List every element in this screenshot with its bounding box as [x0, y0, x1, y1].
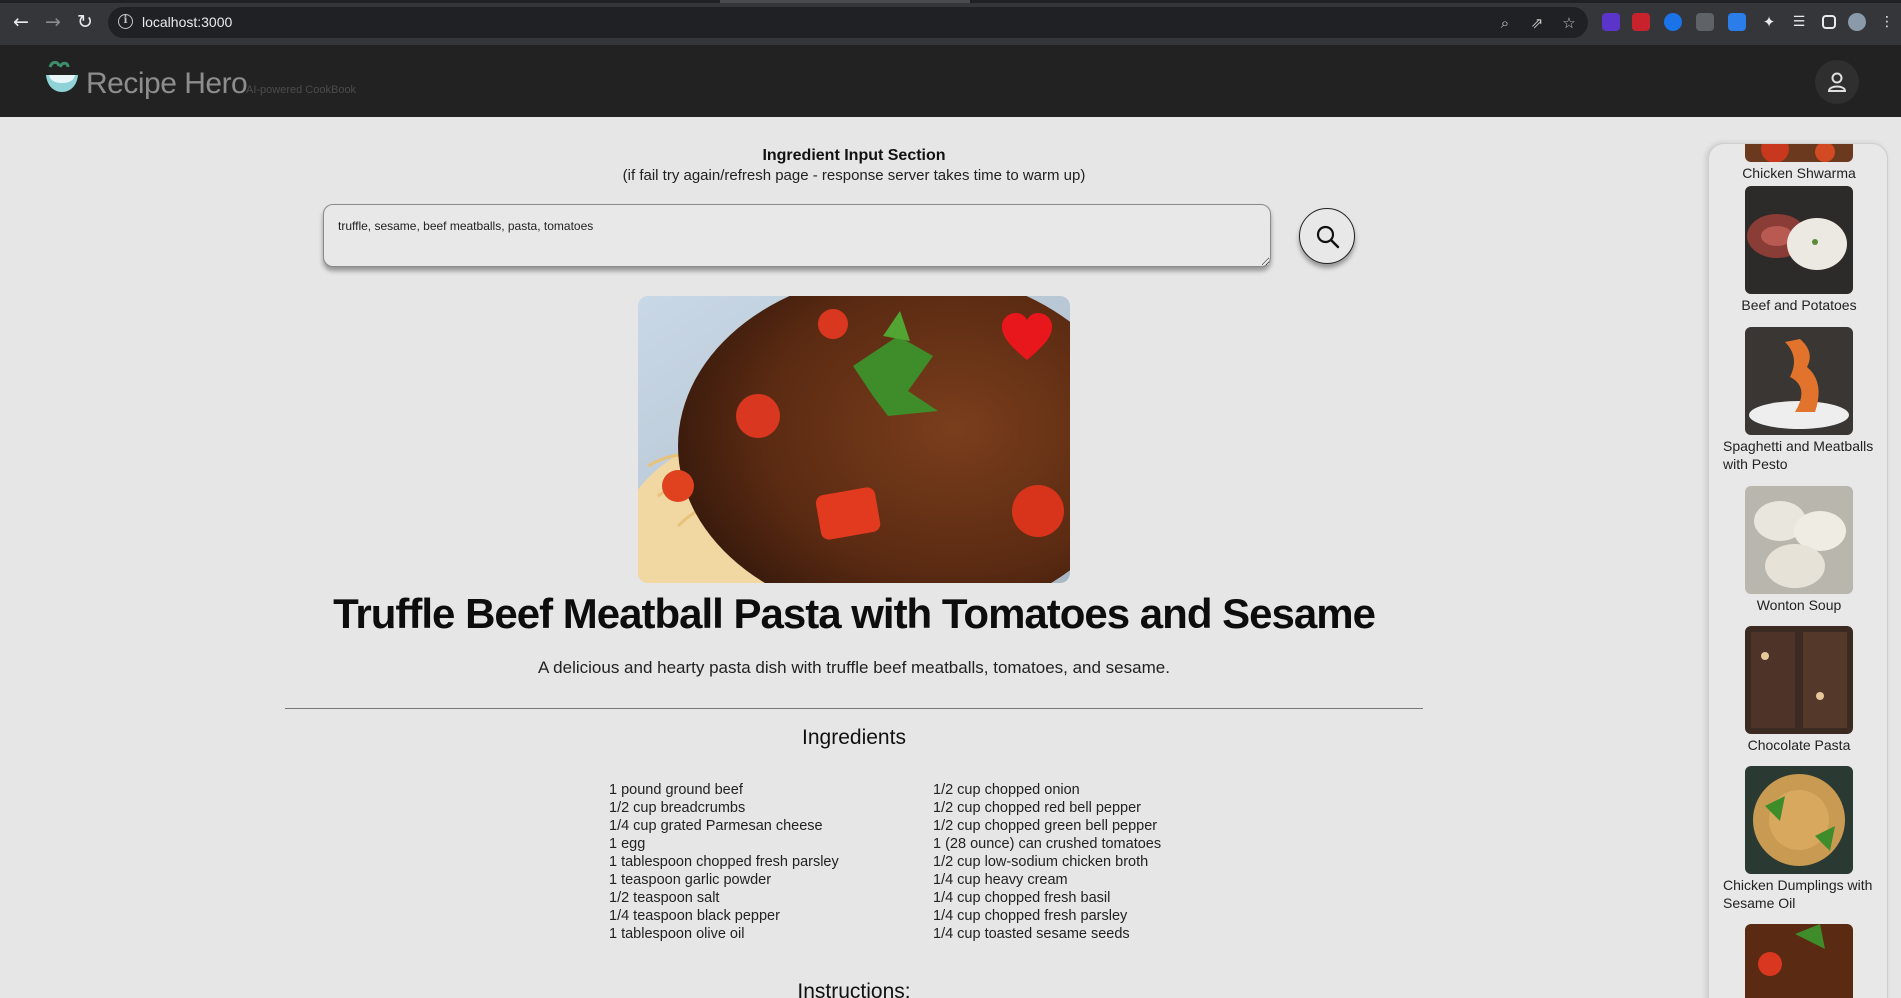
- saved-recipe-title[interactable]: Chicken Dumplings with Sesame Oil: [1723, 876, 1883, 912]
- share-icon[interactable]: ⇗: [1528, 14, 1546, 32]
- ingredient-item: 1 pound ground beef: [609, 782, 743, 798]
- saved-recipes-sidebar[interactable]: Chicken Shwarma Beef and Potatoes Spaghe…: [1708, 143, 1888, 998]
- app-tagline: AI-powered CookBook: [246, 84, 357, 96]
- url-text[interactable]: localhost:3000: [142, 14, 232, 30]
- ingredient-item: 1/2 cup breadcrumbs: [609, 800, 746, 816]
- extension-icon[interactable]: [1602, 13, 1620, 31]
- ingredient-item: 1/4 cup toasted sesame seeds: [933, 926, 1130, 942]
- recipe-thumbnail[interactable]: [1745, 766, 1853, 874]
- recipe-description: A delicious and hearty pasta dish with t…: [538, 658, 1170, 677]
- reload-icon[interactable]: ↻: [74, 11, 96, 33]
- profile-avatar[interactable]: [1848, 13, 1866, 31]
- recipe-thumbnail[interactable]: [1745, 186, 1853, 294]
- zoom-icon[interactable]: ⌕: [1496, 14, 1514, 32]
- divider: [285, 708, 1423, 709]
- extension-icon[interactable]: [1728, 13, 1746, 31]
- ingredient-item: 1/4 cup grated Parmesan cheese: [609, 818, 823, 834]
- ingredient-item: 1 tablespoon olive oil: [609, 926, 745, 942]
- forward-icon[interactable]: →: [42, 11, 64, 33]
- search-icon: [1316, 225, 1340, 249]
- address-bar[interactable]: i localhost:3000 ⌕ ⇗ ☆: [108, 7, 1588, 38]
- ingredient-item: 1/2 cup chopped green bell pepper: [933, 818, 1158, 834]
- ingredient-item: 1 egg: [609, 836, 646, 852]
- saved-recipe-title[interactable]: Beef and Potatoes: [1709, 296, 1887, 314]
- puzzle-icon[interactable]: ✦: [1760, 13, 1778, 31]
- ingredient-item: 1/4 teaspoon black pepper: [609, 908, 780, 924]
- search-button[interactable]: [1299, 208, 1355, 264]
- instructions-heading: Instructions:: [797, 980, 911, 998]
- ingredient-item: 1/2 cup chopped onion: [933, 782, 1080, 798]
- ingredient-item: 1 (28 ounce) can crushed tomatoes: [933, 836, 1162, 852]
- extension-icon[interactable]: [1664, 13, 1682, 31]
- extension-icon[interactable]: [1696, 13, 1714, 31]
- browser-toolbar: ← → ↻ i localhost:3000 ⌕ ⇗ ☆ ✦ ☰ ⋮: [0, 0, 1901, 45]
- extension-icon[interactable]: [1632, 13, 1650, 31]
- side-panel-icon[interactable]: [1822, 15, 1836, 29]
- star-icon[interactable]: ☆: [1560, 14, 1578, 32]
- saved-recipe-title[interactable]: Spaghetti and Meatballs with Pesto: [1723, 437, 1883, 473]
- ingredients-input[interactable]: truffle, sesame, beef meatballs, pasta, …: [323, 204, 1271, 267]
- ingredient-item: 1 tablespoon chopped fresh parsley: [609, 854, 839, 870]
- recipe-thumbnail[interactable]: [1745, 924, 1853, 998]
- heart-icon[interactable]: [1000, 312, 1054, 362]
- ingredient-item: 1/4 cup chopped fresh basil: [933, 890, 1111, 906]
- bowl-logo-icon: [46, 60, 78, 92]
- media-icon[interactable]: ☰: [1790, 13, 1808, 31]
- ingredients-list-right: 1/2 cup chopped onion 1/2 cup chopped re…: [933, 781, 1161, 943]
- input-section-subtitle: (if fail try again/refresh page - respon…: [622, 167, 1086, 184]
- account-button[interactable]: [1815, 60, 1859, 104]
- menu-icon[interactable]: ⋮: [1878, 13, 1896, 31]
- info-icon[interactable]: i: [118, 14, 133, 29]
- recipe-thumbnail[interactable]: [1745, 486, 1853, 594]
- back-icon[interactable]: ←: [10, 11, 32, 33]
- recipe-title: Truffle Beef Meatball Pasta with Tomatoe…: [333, 590, 1376, 637]
- app-title[interactable]: Recipe Hero: [86, 67, 248, 101]
- recipe-thumbnail[interactable]: [1745, 626, 1853, 734]
- user-icon: [1827, 72, 1847, 92]
- ingredient-item: 1/2 cup chopped red bell pepper: [933, 800, 1141, 816]
- app-header: Recipe Hero AI-powered CookBook: [0, 45, 1901, 117]
- saved-recipe-title[interactable]: Wonton Soup: [1709, 596, 1887, 614]
- ingredient-item: 1/4 cup chopped fresh parsley: [933, 908, 1128, 924]
- saved-recipe-title[interactable]: Chocolate Pasta: [1709, 736, 1887, 754]
- ingredients-list-left: 1 pound ground beef 1/2 cup breadcrumbs …: [609, 781, 839, 943]
- recipe-thumbnail[interactable]: [1745, 327, 1853, 435]
- input-section-title: Ingredient Input Section: [762, 147, 946, 164]
- recipe-thumbnail[interactable]: [1745, 144, 1853, 162]
- ingredient-item: 1/2 cup low-sodium chicken broth: [933, 854, 1149, 870]
- ingredient-item: 1/2 teaspoon salt: [609, 890, 720, 906]
- ingredient-item: 1/4 cup heavy cream: [933, 872, 1068, 888]
- saved-recipe-title[interactable]: Chicken Shwarma: [1709, 164, 1887, 182]
- tab-strip: [0, 0, 1901, 3]
- ingredients-heading: Ingredients: [802, 726, 906, 749]
- ingredient-item: 1 teaspoon garlic powder: [609, 872, 772, 888]
